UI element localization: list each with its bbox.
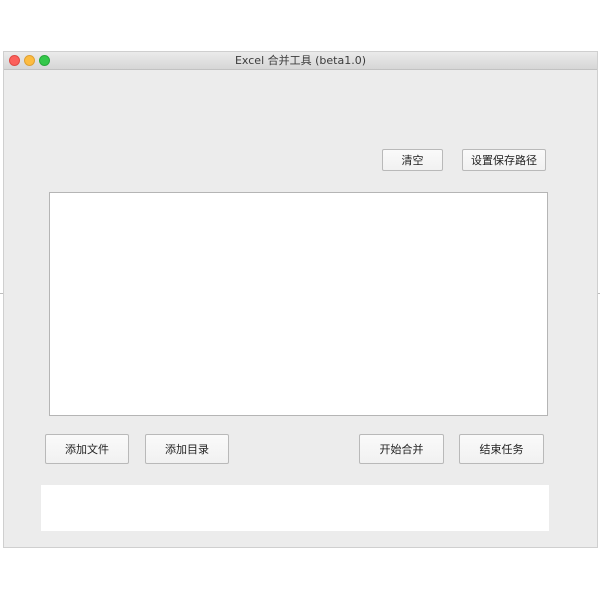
file-list[interactable] — [49, 192, 548, 416]
app-window: Excel 合并工具 (beta1.0) 清空 设置保存路径 添加文件 添加目录… — [3, 51, 598, 548]
start-merge-button[interactable]: 开始合并 — [359, 434, 444, 464]
title-bar[interactable]: Excel 合并工具 (beta1.0) — [4, 52, 597, 70]
add-directory-button[interactable]: 添加目录 — [145, 434, 229, 464]
set-save-path-button[interactable]: 设置保存路径 — [462, 149, 546, 171]
log-area[interactable] — [41, 485, 549, 531]
add-file-button[interactable]: 添加文件 — [45, 434, 129, 464]
window-title: Excel 合并工具 (beta1.0) — [234, 54, 366, 67]
end-task-button[interactable]: 结束任务 — [459, 434, 544, 464]
clear-button[interactable]: 清空 — [382, 149, 443, 171]
